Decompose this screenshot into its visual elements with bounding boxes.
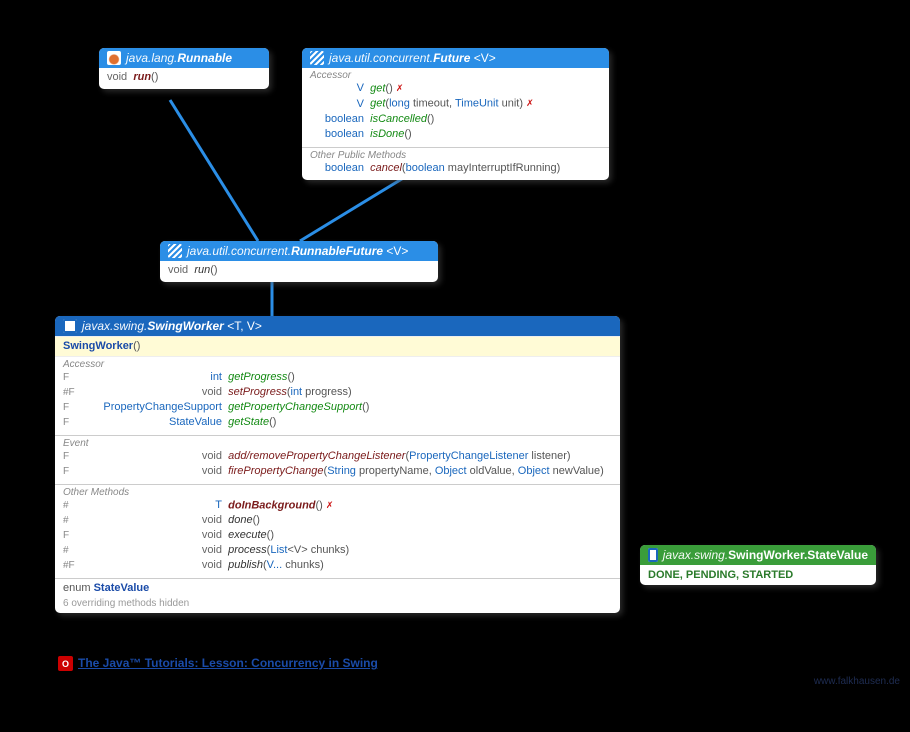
interface-icon: [107, 51, 121, 65]
box-body: void run(): [99, 68, 269, 89]
method-row: #Fvoid publish(V... chunks): [63, 558, 612, 573]
box-statevalue: javax.swing.SwingWorker.StateValue DONE,…: [640, 545, 876, 585]
box-header: java.lang.Runnable: [99, 48, 269, 68]
enum-values: DONE, PENDING, STARTED: [640, 565, 876, 585]
class-icon: [63, 319, 77, 333]
constructor-row: SwingWorker(): [55, 336, 620, 357]
oracle-icon: O: [58, 656, 73, 671]
enum-icon: [648, 548, 658, 562]
method-row: FPropertyChangeSupport getPropertyChange…: [63, 400, 612, 415]
box-header: javax.swing.SwingWorker.StateValue: [640, 545, 876, 565]
type-title: java.lang.Runnable: [126, 51, 232, 65]
box-runnablefuture: java.util.concurrent.RunnableFuture <V> …: [160, 241, 438, 282]
section-label: Other Public Methods: [302, 147, 609, 161]
type-title: javax.swing.SwingWorker.StateValue: [663, 548, 868, 562]
box-header: java.util.concurrent.Future <V>: [302, 48, 609, 68]
box-header: javax.swing.SwingWorker <T, V>: [55, 316, 620, 336]
method-row: Fvoid add/removePropertyChangeListener(P…: [63, 449, 612, 464]
box-future: java.util.concurrent.Future <V> Accessor…: [302, 48, 609, 180]
method-row: V get() ✗: [310, 81, 601, 96]
type-title: javax.swing.SwingWorker <T, V>: [82, 319, 262, 333]
method-row: FStateValue getState(): [63, 415, 612, 430]
section-label: Accessor: [302, 68, 609, 81]
interface-icon: [310, 51, 324, 65]
box-body: #T doInBackground() ✗ #void done() Fvoid…: [55, 498, 620, 577]
interface-icon: [168, 244, 182, 258]
box-body: Fint getProgress() #Fvoid setProgress(in…: [55, 370, 620, 434]
method-row: void run(): [107, 70, 261, 85]
method-row: boolean cancel(boolean mayInterruptIfRun…: [310, 161, 601, 176]
method-row: #T doInBackground() ✗: [63, 498, 612, 513]
type-title: java.util.concurrent.RunnableFuture <V>: [187, 244, 408, 258]
method-row: void run(): [168, 263, 430, 278]
section-label: Other Methods: [55, 484, 620, 498]
box-header: java.util.concurrent.RunnableFuture <V>: [160, 241, 438, 261]
method-row: V get(long timeout, TimeUnit unit) ✗: [310, 96, 601, 111]
method-row: boolean isDone(): [310, 127, 601, 142]
method-row: Fvoid firePropertyChange(String property…: [63, 464, 612, 479]
box-body: void run(): [160, 261, 438, 282]
box-body: boolean cancel(boolean mayInterruptIfRun…: [302, 161, 609, 180]
watermark: www.falkhausen.de: [814, 676, 900, 687]
method-row: #Fvoid setProgress(int progress): [63, 385, 612, 400]
method-row: #void done(): [63, 513, 612, 528]
section-label: Event: [55, 435, 620, 449]
enum-row: enum StateValue: [55, 578, 620, 597]
method-row: #void process(List<V> chunks): [63, 543, 612, 558]
box-swingworker: javax.swing.SwingWorker <T, V> SwingWork…: [55, 316, 620, 613]
section-label: Accessor: [55, 357, 620, 370]
box-body: V get() ✗ V get(long timeout, TimeUnit u…: [302, 81, 609, 146]
method-row: Fvoid execute(): [63, 528, 612, 543]
hidden-methods-row: 6 overriding methods hidden: [55, 597, 620, 613]
box-runnable: java.lang.Runnable void run(): [99, 48, 269, 89]
method-row: Fint getProgress(): [63, 370, 612, 385]
footer-link[interactable]: The Java™ Tutorials: Lesson: Concurrency…: [78, 656, 378, 670]
method-row: boolean isCancelled(): [310, 112, 601, 127]
type-title: java.util.concurrent.Future <V>: [329, 51, 496, 65]
box-body: Fvoid add/removePropertyChangeListener(P…: [55, 449, 620, 483]
